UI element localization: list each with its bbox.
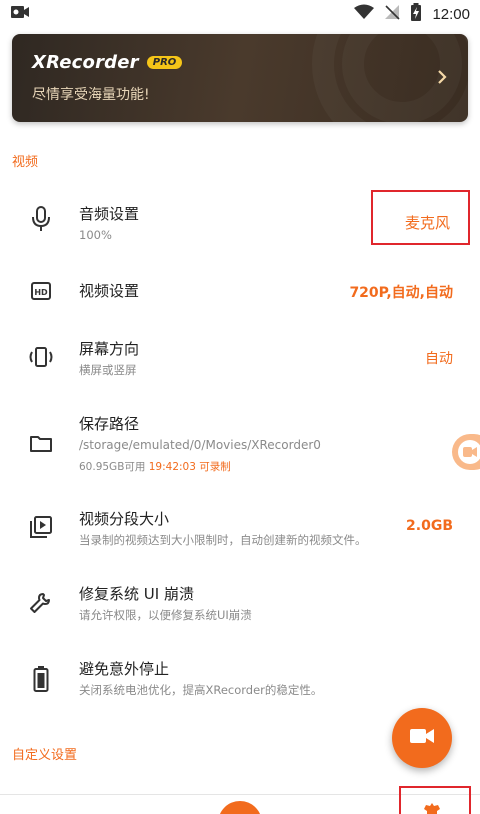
svg-text:HD: HD: [34, 288, 48, 297]
section-label-custom: 自定义设置: [12, 748, 78, 763]
settings-row-video[interactable]: HD 视频设置 720P,自动,自动: [0, 262, 480, 318]
video-settings-value: 720P,自动,自动: [349, 285, 453, 301]
status-time: 12:00: [432, 5, 470, 23]
row-title: 保存路径: [79, 415, 140, 433]
chevron-right-icon: [436, 68, 448, 90]
hd-icon: HD: [28, 278, 54, 304]
folder-icon: [28, 430, 54, 456]
microphone-icon: [28, 206, 54, 232]
segment-size-value: 2.0GB: [406, 518, 453, 534]
row-title: 修复系统 UI 崩溃: [79, 585, 194, 603]
orientation-value: 自动: [425, 351, 453, 367]
row-title: 音频设置: [79, 205, 140, 223]
row-subtitle: 横屏或竖屏: [79, 363, 137, 377]
gear-icon[interactable]: [418, 800, 446, 814]
pro-badge: PRO: [146, 56, 183, 69]
wifi-icon: [354, 4, 375, 24]
storage-available-line: 60.95GB可用 19:42:03 可录制: [79, 459, 231, 474]
highlight-box-audio: [371, 190, 470, 245]
video-file-icon: [28, 514, 54, 540]
battery-icon: [28, 666, 54, 692]
section-label-video: 视频: [12, 155, 39, 170]
settings-row-segment[interactable]: 视频分段大小 当录制的视频达到大小限制时，自动创建新的视频文件。 2.0GB: [0, 496, 480, 562]
row-title: 视频设置: [79, 282, 140, 300]
storage-path: /storage/emulated/0/Movies/XRecorder0: [79, 438, 321, 452]
settings-row-orientation[interactable]: 屏幕方向 横屏或竖屏 自动: [0, 326, 480, 392]
row-subtitle: 请允许权限，以便修复系统UI崩溃: [79, 608, 252, 622]
video-camera-icon: [409, 727, 435, 749]
camera-icon: [458, 440, 480, 464]
pro-upgrade-banner[interactable]: XRecorder PRO 尽情享受海量功能!: [12, 34, 468, 122]
storage-record-time: 19:42:03 可录制: [148, 461, 231, 473]
storage-available: 60.95GB可用: [79, 461, 146, 473]
row-title: 避免意外停止: [79, 660, 170, 678]
wrench-icon: [28, 590, 54, 616]
banner-title: XRecorder: [32, 52, 139, 73]
row-title: 视频分段大小: [79, 510, 170, 528]
record-fab-button[interactable]: [392, 708, 452, 768]
no-signal-icon: [384, 4, 401, 24]
settings-row-battery[interactable]: 避免意外停止 关闭系统电池优化，提高XRecorder的稳定性。: [0, 648, 480, 714]
row-subtitle: 关闭系统电池优化，提高XRecorder的稳定性。: [79, 683, 323, 697]
floating-recorder-handle[interactable]: [452, 434, 480, 470]
row-title: 屏幕方向: [79, 340, 140, 358]
status-bar: 12:00: [0, 0, 480, 28]
banner-subtitle: 尽情享受海量功能!: [32, 87, 150, 103]
row-subtitle: 当录制的视频达到大小限制时，自动创建新的视频文件。: [79, 533, 367, 547]
settings-row-storage[interactable]: 保存路径 /storage/emulated/0/Movies/XRecorde…: [0, 402, 480, 482]
row-subtitle: 100%: [79, 228, 112, 242]
video-camera-icon: [10, 4, 30, 24]
settings-row-fix-ui[interactable]: 修复系统 UI 崩溃 请允许权限，以便修复系统UI崩溃: [0, 572, 480, 638]
screen-rotation-icon: [28, 344, 54, 370]
battery-charging-icon: [410, 3, 422, 25]
